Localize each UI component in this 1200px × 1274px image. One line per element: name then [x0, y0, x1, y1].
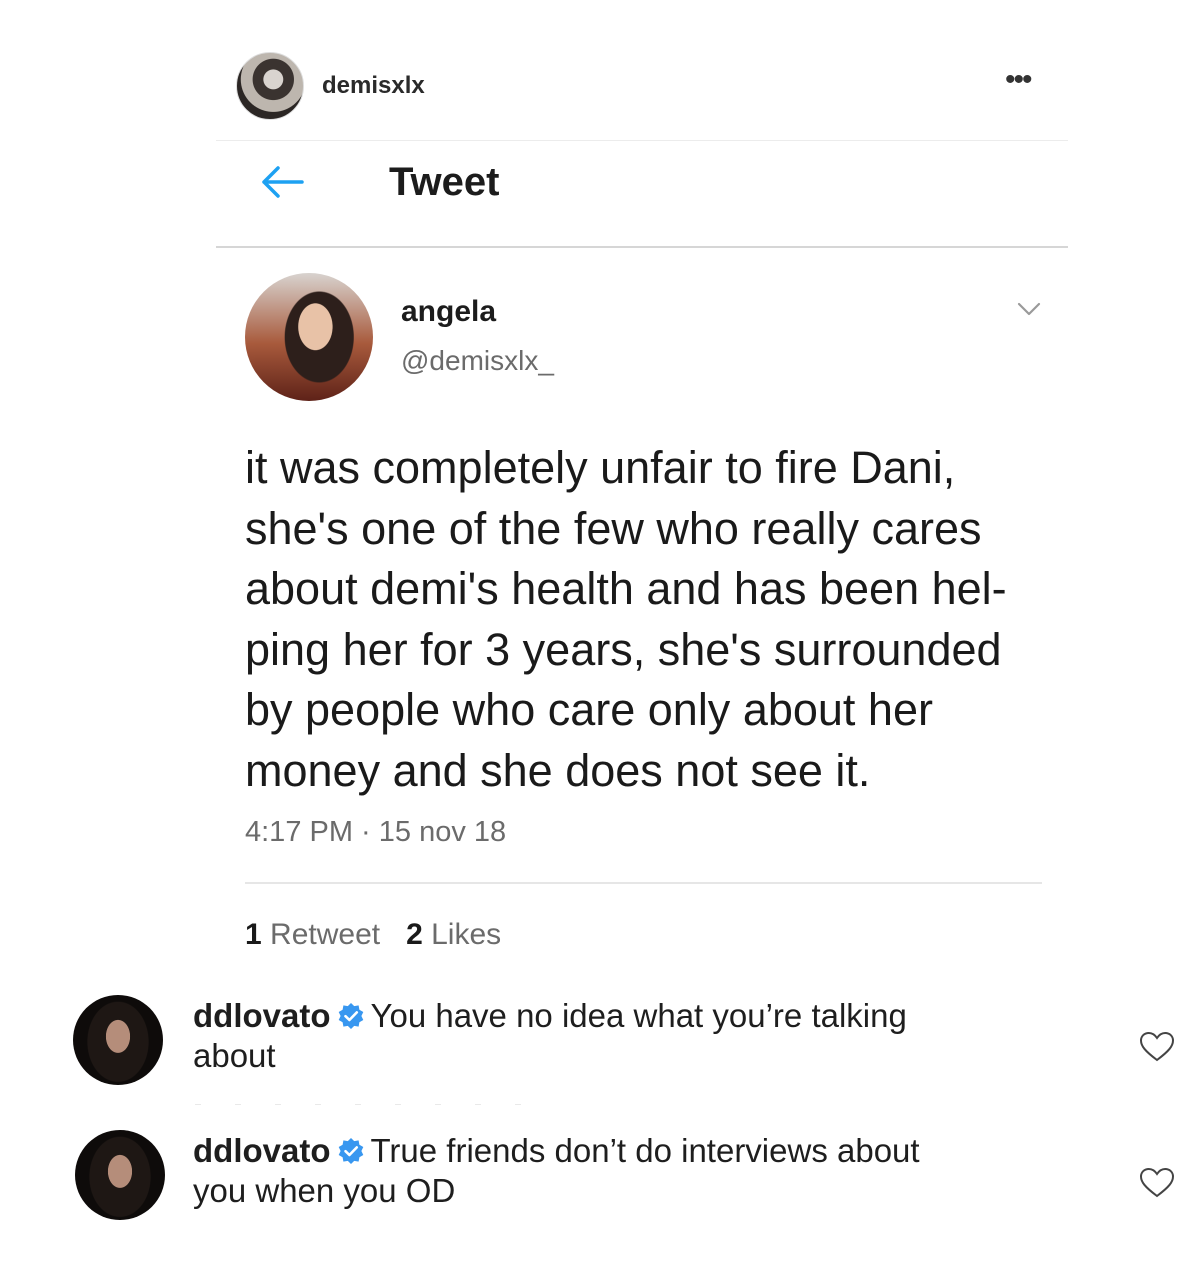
comment-body: True friends don’t do interviews about — [370, 1132, 920, 1169]
verified-badge-icon — [338, 1138, 363, 1164]
tweet-text-line: about demi's health and has been hel- — [245, 563, 1007, 614]
retweets-count[interactable]: 1 — [245, 918, 262, 951]
tweet-text-line: it was completely unfair to fire Dani, — [245, 442, 956, 493]
heart-icon[interactable] — [1139, 1031, 1175, 1063]
more-horizontal-icon[interactable]: ••• — [1005, 65, 1032, 95]
tweet-author-name[interactable]: angela — [401, 295, 496, 329]
divider — [195, 1104, 525, 1105]
comment-username[interactable]: ddlovato — [193, 997, 331, 1034]
heart-icon[interactable] — [1139, 1167, 1175, 1199]
comment-username[interactable]: ddlovato — [193, 1132, 331, 1169]
tweet-stats: 1 Retweet 2 Likes — [245, 918, 501, 952]
verified-badge-icon — [338, 1003, 363, 1029]
comment-avatar[interactable] — [75, 1130, 165, 1220]
tweet-text: it was completely unfair to fire Dani, s… — [245, 438, 1055, 801]
post-avatar[interactable] — [236, 52, 304, 120]
comment-avatar[interactable] — [73, 995, 163, 1085]
retweets-label[interactable]: Retweet — [270, 918, 380, 951]
chevron-down-icon[interactable] — [1016, 300, 1042, 318]
comment-body: You have no idea what you’re talking — [370, 997, 907, 1034]
tweet-text-line: she's one of the few who really cares — [245, 502, 982, 554]
tweet-timestamp: 4:17 PM · 15 nov 18 — [245, 816, 507, 848]
tweet-text-line: by people who care only about her — [245, 684, 933, 735]
post-username[interactable]: demisxlx — [322, 72, 425, 100]
likes-count[interactable]: 2 — [406, 918, 423, 951]
divider — [245, 882, 1042, 884]
tweet-text-line: money and she does not see it. — [245, 744, 871, 796]
divider — [216, 140, 1068, 141]
tweet-heading: Tweet — [389, 160, 500, 204]
divider — [216, 246, 1068, 248]
arrow-left-icon[interactable] — [258, 162, 304, 202]
comment: ddlovato True friends don’t do interview… — [193, 1131, 1073, 1211]
likes-label[interactable]: Likes — [431, 918, 501, 951]
tweet-author-avatar[interactable] — [245, 273, 373, 401]
comment: ddlovato You have no idea what you’re ta… — [193, 996, 1073, 1076]
comment-body-continued: you when you OD — [193, 1172, 456, 1209]
tweet-text-line: ping her for 3 years, she's surrounded — [245, 623, 1002, 675]
tweet-author-handle[interactable]: @demisxlx_ — [401, 345, 554, 377]
comment-body-continued: about — [193, 1037, 276, 1074]
